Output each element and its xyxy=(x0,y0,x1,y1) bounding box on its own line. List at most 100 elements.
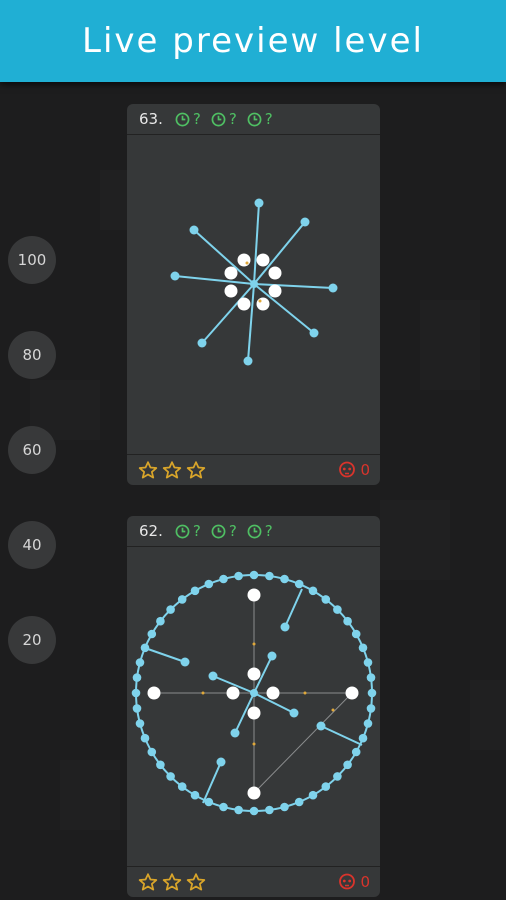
spoke-node xyxy=(280,622,290,632)
background-tile xyxy=(380,500,450,580)
spoke-node xyxy=(267,651,277,661)
ring-node xyxy=(308,790,318,800)
clock-icon xyxy=(175,524,190,538)
target-dot xyxy=(245,261,249,265)
level-card-header: 62. ? ? ? xyxy=(127,516,380,547)
scale-marker-80[interactable]: 80 xyxy=(8,331,56,379)
spoke-line xyxy=(144,647,186,663)
white-ball xyxy=(247,667,261,681)
timer-value: ? xyxy=(228,522,237,540)
spoke-node xyxy=(230,728,240,738)
star-rating xyxy=(137,460,207,481)
target-dot xyxy=(258,299,262,303)
spoke-line xyxy=(284,588,303,628)
white-ball xyxy=(345,686,359,700)
ring-node xyxy=(156,616,165,626)
timer-badge: ? xyxy=(175,110,201,128)
spoke-node xyxy=(170,271,180,281)
clock-icon xyxy=(211,112,226,126)
clock-icon xyxy=(175,112,190,126)
white-ball xyxy=(266,686,280,700)
ring-node xyxy=(190,586,200,596)
background-tile xyxy=(100,170,130,230)
clock-icon xyxy=(247,112,262,126)
background-tile xyxy=(470,680,506,750)
ring-node xyxy=(132,704,142,713)
spoke-node xyxy=(243,356,253,366)
white-ball xyxy=(237,297,251,311)
timer-badge: ? xyxy=(211,522,237,540)
star-icon xyxy=(162,872,182,890)
scale-marker-40[interactable]: 40 xyxy=(8,521,56,569)
target-dot xyxy=(303,691,307,695)
clock-icon xyxy=(247,524,262,538)
ring-node xyxy=(333,605,342,614)
center-node xyxy=(250,689,258,697)
spoke-node xyxy=(197,338,207,348)
ring-node xyxy=(147,629,157,639)
timer-value: ? xyxy=(228,110,237,128)
level-card-footer: 0 xyxy=(127,866,380,897)
white-ball xyxy=(256,253,270,267)
spoke-node xyxy=(189,225,199,235)
ring-node xyxy=(219,802,228,812)
background-tile xyxy=(420,300,480,390)
timer-badge: ? xyxy=(175,522,201,540)
timer-value: ? xyxy=(192,522,201,540)
star-icon xyxy=(186,460,206,478)
death-count: 0 xyxy=(360,461,370,479)
spoke-line xyxy=(253,283,334,289)
ring-node xyxy=(363,719,373,728)
scale-marker-20[interactable]: 20 xyxy=(8,616,56,664)
white-ball xyxy=(268,284,282,298)
ring-node xyxy=(358,643,368,653)
spoke-node xyxy=(216,757,226,767)
spoke-line xyxy=(174,275,255,285)
target-dot xyxy=(252,742,256,746)
ring-node xyxy=(166,772,175,781)
spoke-line xyxy=(247,283,255,362)
ring-node xyxy=(294,579,304,589)
ring-node xyxy=(363,658,373,667)
ring-node xyxy=(343,616,352,626)
timer-value: ? xyxy=(264,522,273,540)
ring-node xyxy=(358,733,368,743)
spoke-node xyxy=(254,198,264,208)
timer-badge: ? xyxy=(247,110,273,128)
target-dot xyxy=(252,642,256,646)
level-preview-board xyxy=(170,198,338,366)
spoke-node xyxy=(180,657,190,667)
ring-node xyxy=(308,586,318,596)
ring-node xyxy=(321,782,331,791)
ring-node xyxy=(367,688,377,698)
scale-marker-100[interactable]: 100 xyxy=(8,236,56,284)
ring-node xyxy=(140,733,150,743)
spoke-node xyxy=(300,217,310,227)
ring-node xyxy=(204,579,214,589)
ring-node xyxy=(177,782,187,791)
ring-node xyxy=(343,760,352,770)
ring-node xyxy=(131,688,141,698)
death-count: 0 xyxy=(360,873,370,891)
death-counter: 0 xyxy=(338,873,370,891)
level-card-62[interactable]: 62. ? ? ? 0 xyxy=(127,516,380,897)
death-counter: 0 xyxy=(338,461,370,479)
level-number: 63. xyxy=(139,110,163,128)
star-icon xyxy=(162,460,182,478)
level-card-footer: 0 xyxy=(127,454,380,485)
timer-badge: ? xyxy=(211,110,237,128)
level-card-63[interactable]: 63. ? ? ? 0 xyxy=(127,104,380,485)
ring-node xyxy=(366,673,376,682)
page-title: Live preview level xyxy=(0,0,506,82)
star-icon xyxy=(186,872,206,890)
spoke-line xyxy=(320,725,363,746)
white-ball xyxy=(147,686,161,700)
ring-node xyxy=(366,704,376,713)
white-ball xyxy=(224,266,238,280)
background-tile xyxy=(60,760,120,830)
ring-node xyxy=(177,595,187,604)
ring-node xyxy=(294,797,304,807)
white-ball xyxy=(226,686,240,700)
scale-marker-60[interactable]: 60 xyxy=(8,426,56,474)
ring-node xyxy=(333,772,342,781)
